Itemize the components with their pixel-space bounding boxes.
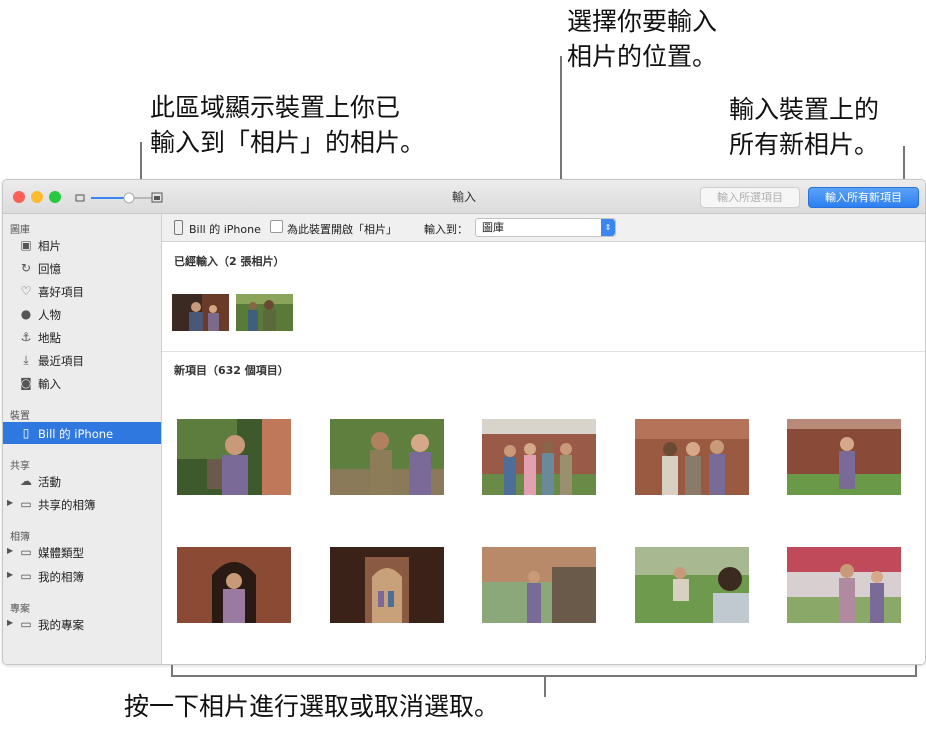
folder-icon: ▭ [20, 497, 32, 511]
callout-line: 所有新相片。 [729, 130, 880, 159]
sidebar-item-label: 輸入 [38, 377, 61, 391]
open-photos-checkbox-label[interactable]: 為此裝置開啟「相片」 [287, 221, 397, 237]
recent-icon: ⤓ [23, 353, 29, 367]
sidebar-item-label: 媒體類型 [38, 546, 84, 560]
sidebar-item-my-albums[interactable]: ▶ ▭ 我的相簿 [3, 565, 161, 587]
sidebar: 圖庫 ▣ 相片 ↻ 回憶 ♡ 喜好項目 ● 人物 ⚓ 地點 ⤓ 最近項目 ◙ 輸… [3, 214, 162, 664]
new-items-title: 新項目（632 個項目） [174, 364, 289, 377]
import-destination-value: 圖庫 [482, 221, 504, 234]
person-icon: ● [20, 307, 32, 321]
callout-line: 輸入裝置上的 [729, 95, 880, 124]
device-name: Bill 的 iPhone [189, 223, 261, 236]
photo-graphic [635, 547, 749, 623]
sidebar-item-label: 我的專案 [38, 618, 84, 632]
new-photo-thumbnail[interactable] [330, 419, 444, 495]
sidebar-item-label: 共享的相簿 [38, 498, 96, 512]
sidebar-item-shared-albums[interactable]: ▶ ▭ 共享的相簿 [3, 493, 161, 515]
import-toolbar: Bill 的 iPhone 為此裝置開啟「相片」 輸入到： 圖庫 ⇕ [162, 214, 925, 242]
photo-graphic [482, 547, 596, 623]
memories-icon: ↻ [20, 261, 32, 275]
sidebar-item-label: 喜好項目 [38, 285, 84, 299]
heart-icon: ♡ [20, 284, 32, 298]
pin-icon: ⚓ [20, 330, 32, 344]
callout-line: 相片的位置。 [567, 42, 718, 71]
sidebar-item-label: 人物 [38, 308, 61, 322]
already-imported-title: 已經輸入（2 張相片） [174, 255, 285, 268]
photo-graphic [787, 419, 901, 495]
new-photo-thumbnail[interactable] [177, 419, 291, 495]
title-bar: 輸入 輸入所選項目 輸入所有新項目 [3, 180, 925, 214]
sidebar-item-label: 我的相簿 [38, 570, 84, 584]
sidebar-item-label: 活動 [38, 475, 61, 489]
folder-icon: ▭ [20, 569, 32, 583]
photo-graphic [482, 419, 596, 495]
photo-graphic [177, 547, 291, 623]
photo-graphic [787, 547, 901, 623]
sidebar-item-favorites[interactable]: ♡ 喜好項目 [3, 280, 161, 302]
photo-graphic [330, 419, 444, 495]
callout-click-select: 按一下相片進行選取或取消選取。 [124, 692, 500, 721]
sidebar-item-label: 地點 [38, 331, 61, 345]
photo-graphic [172, 294, 229, 331]
sidebar-item-activity[interactable]: ☁ 活動 [3, 470, 161, 492]
sidebar-item-memories[interactable]: ↻ 回憶 [3, 257, 161, 279]
callout-leader-line [544, 675, 546, 697]
callout-line: 此區域顯示裝置上你已 [150, 93, 401, 122]
disclosure-triangle-icon[interactable]: ▶ [7, 546, 13, 555]
import-to-label: 輸入到： [424, 223, 468, 236]
sidebar-item-device-iphone[interactable]: ▯ Bill 的 iPhone [3, 422, 161, 444]
sidebar-item-media-types[interactable]: ▶ ▭ 媒體類型 [3, 541, 161, 563]
new-photo-thumbnail[interactable] [635, 419, 749, 495]
chevron-up-down-icon: ⇕ [601, 219, 615, 236]
photos-icon: ▣ [20, 238, 32, 252]
sidebar-item-people[interactable]: ● 人物 [3, 303, 161, 325]
sidebar-item-label: 最近項目 [38, 354, 84, 368]
sidebar-section-devices: 裝置 [10, 411, 30, 422]
new-photo-thumbnail[interactable] [177, 547, 291, 623]
callout-line: 輸入到「相片」的相片。 [150, 128, 426, 157]
callout-bracket [915, 665, 917, 677]
import-selected-button[interactable]: 輸入所選項目 [700, 187, 800, 208]
new-photo-thumbnail[interactable] [787, 547, 901, 623]
photo-graphic [236, 294, 293, 331]
sidebar-item-label: Bill 的 iPhone [38, 427, 114, 441]
new-photo-thumbnail[interactable] [330, 547, 444, 623]
imported-photo-thumbnail[interactable] [236, 294, 293, 331]
import-destination-select[interactable]: 圖庫 ⇕ [475, 218, 616, 237]
photo-graphic [330, 547, 444, 623]
sidebar-item-my-projects[interactable]: ▶ ▭ 我的專案 [3, 613, 161, 635]
disclosure-triangle-icon[interactable]: ▶ [7, 570, 13, 579]
folder-icon: ▭ [20, 617, 32, 631]
iphone-icon: ▯ [22, 426, 30, 440]
open-photos-checkbox[interactable] [270, 220, 283, 233]
section-divider [162, 351, 925, 352]
import-all-new-button[interactable]: 輸入所有新項目 [808, 187, 919, 208]
new-photo-thumbnail[interactable] [787, 419, 901, 495]
new-photo-thumbnail[interactable] [482, 419, 596, 495]
iphone-icon [174, 220, 183, 235]
disclosure-triangle-icon[interactable]: ▶ [7, 498, 13, 507]
sidebar-item-import[interactable]: ◙ 輸入 [3, 372, 161, 394]
new-photo-thumbnail[interactable] [635, 547, 749, 623]
photo-graphic [177, 419, 291, 495]
photos-import-window: 輸入 輸入所選項目 輸入所有新項目 圖庫 ▣ 相片 ↻ 回憶 ♡ 喜好項目 ● … [2, 179, 926, 665]
sidebar-item-label: 相片 [38, 239, 61, 253]
callout-import-all: 輸入裝置上的 所有新相片。 [729, 92, 879, 162]
new-photo-thumbnail[interactable] [482, 547, 596, 623]
imported-photo-thumbnail[interactable] [172, 294, 229, 331]
photo-graphic [635, 419, 749, 495]
sidebar-item-recent[interactable]: ⤓ 最近項目 [3, 349, 161, 371]
sidebar-item-photos[interactable]: ▣ 相片 [3, 234, 161, 256]
camera-icon: ◙ [20, 376, 32, 390]
sidebar-item-label: 回憶 [38, 262, 61, 276]
callout-import-location: 選擇你要輸入 相片的位置。 [567, 4, 717, 74]
sidebar-item-places[interactable]: ⚓ 地點 [3, 326, 161, 348]
disclosure-triangle-icon[interactable]: ▶ [7, 618, 13, 627]
cloud-icon: ☁ [20, 474, 32, 488]
folder-icon: ▭ [20, 545, 32, 559]
callout-line: 選擇你要輸入 [567, 7, 718, 36]
callout-already-imported: 此區域顯示裝置上你已 輸入到「相片」的相片。 [150, 90, 425, 160]
import-content: 已經輸入（2 張相片） 新項目（632 個項目） [162, 242, 925, 664]
